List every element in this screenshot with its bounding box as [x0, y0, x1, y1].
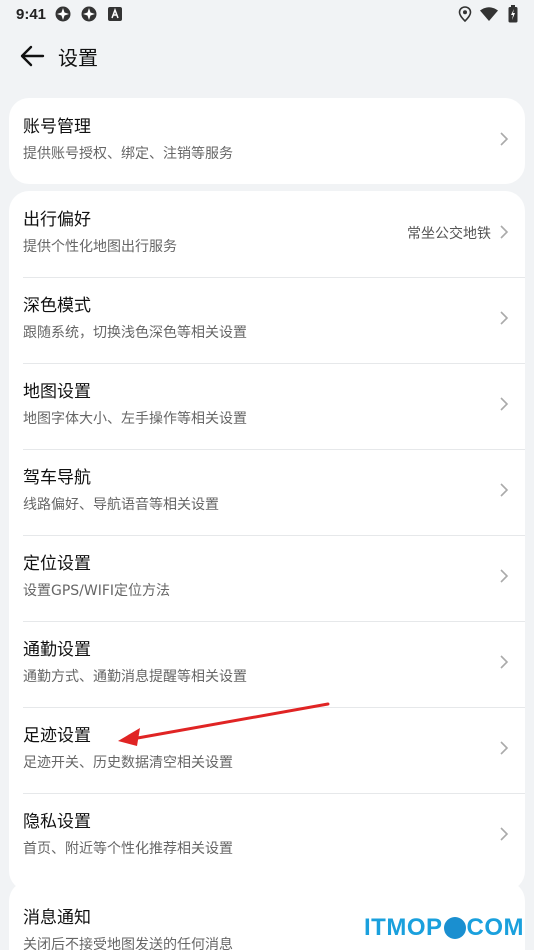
settings-item-footprint[interactable]: 足迹设置 足迹开关、历史数据清空相关设置 — [9, 707, 525, 793]
item-title: 隐私设置 — [23, 812, 91, 832]
battery-charging-icon — [504, 5, 522, 23]
settings-item-commute[interactable]: 通勤设置 通勤方式、通勤消息提醒等相关设置 — [9, 621, 525, 707]
location-icon — [456, 5, 474, 23]
watermark-right: COM — [466, 914, 524, 941]
item-subtitle: 首页、附近等个性化推荐相关设置 — [23, 841, 233, 857]
settings-item-drive-navigation[interactable]: 驾车导航 线路偏好、导航语音等相关设置 — [9, 449, 525, 535]
page-title: 设置 — [58, 45, 98, 70]
chevron-right-icon — [500, 132, 509, 146]
item-subtitle: 提供账号授权、绑定、注销等服务 — [23, 146, 233, 162]
item-title: 足迹设置 — [23, 726, 91, 746]
app-bar: 设置 — [0, 28, 534, 84]
watermark-logo: ITMOP COM — [364, 914, 524, 942]
settings-item-map[interactable]: 地图设置 地图字体大小、左手操作等相关设置 — [9, 363, 525, 449]
chevron-right-icon — [500, 741, 509, 755]
watermark-left: ITMOP — [364, 914, 443, 941]
chevron-right-icon — [500, 569, 509, 583]
item-title: 驾车导航 — [23, 468, 91, 488]
chevron-right-icon — [500, 655, 509, 669]
settings-item-location[interactable]: 定位设置 设置GPS/WIFI定位方法 — [9, 535, 525, 621]
chevron-right-icon — [500, 483, 509, 497]
item-title: 账号管理 — [23, 117, 91, 137]
settings-item-dark-mode[interactable]: 深色模式 跟随系统，切换浅色深色等相关设置 — [9, 277, 525, 363]
item-subtitle: 线路偏好、导航语音等相关设置 — [23, 497, 219, 513]
status-time: 9:41 — [16, 5, 47, 23]
settings-item-privacy[interactable]: 隐私设置 首页、附近等个性化推荐相关设置 — [9, 793, 525, 879]
item-subtitle: 足迹开关、历史数据清空相关设置 — [23, 755, 233, 771]
item-subtitle: 地图字体大小、左手操作等相关设置 — [23, 411, 247, 427]
chevron-right-icon — [500, 311, 509, 325]
a-notification-icon — [106, 5, 124, 23]
account-card: 账号管理 提供账号授权、绑定、注销等服务 — [9, 98, 525, 184]
settings-item-travel[interactable]: 出行偏好 提供个性化地图出行服务 常坐公交地铁 — [9, 191, 525, 277]
status-bar: 9:41 — [0, 0, 534, 28]
item-subtitle: 通勤方式、通勤消息提醒等相关设置 — [23, 669, 247, 685]
item-title: 通勤设置 — [23, 640, 91, 660]
item-title: 定位设置 — [23, 554, 91, 574]
wifi-icon — [480, 5, 498, 23]
item-value: 常坐公交地铁 — [407, 226, 491, 242]
vpn-flower-icon — [80, 5, 98, 23]
item-title: 深色模式 — [23, 296, 91, 316]
item-title: 地图设置 — [23, 382, 91, 402]
chevron-right-icon — [500, 827, 509, 841]
back-button[interactable] — [12, 36, 52, 76]
settings-item-account[interactable]: 账号管理 提供账号授权、绑定、注销等服务 — [9, 98, 525, 184]
item-subtitle: 设置GPS/WIFI定位方法 — [23, 583, 171, 599]
chevron-right-icon — [500, 225, 509, 239]
arrow-left-icon — [20, 45, 45, 67]
item-subtitle: 跟随系统，切换浅色深色等相关设置 — [23, 325, 247, 341]
settings-card: 出行偏好 提供个性化地图出行服务 常坐公交地铁 深色模式 跟随系统，切换浅色深色… — [9, 191, 525, 891]
chevron-right-icon — [500, 397, 509, 411]
vpn-flower-icon — [54, 5, 72, 23]
globe-icon — [443, 917, 466, 939]
